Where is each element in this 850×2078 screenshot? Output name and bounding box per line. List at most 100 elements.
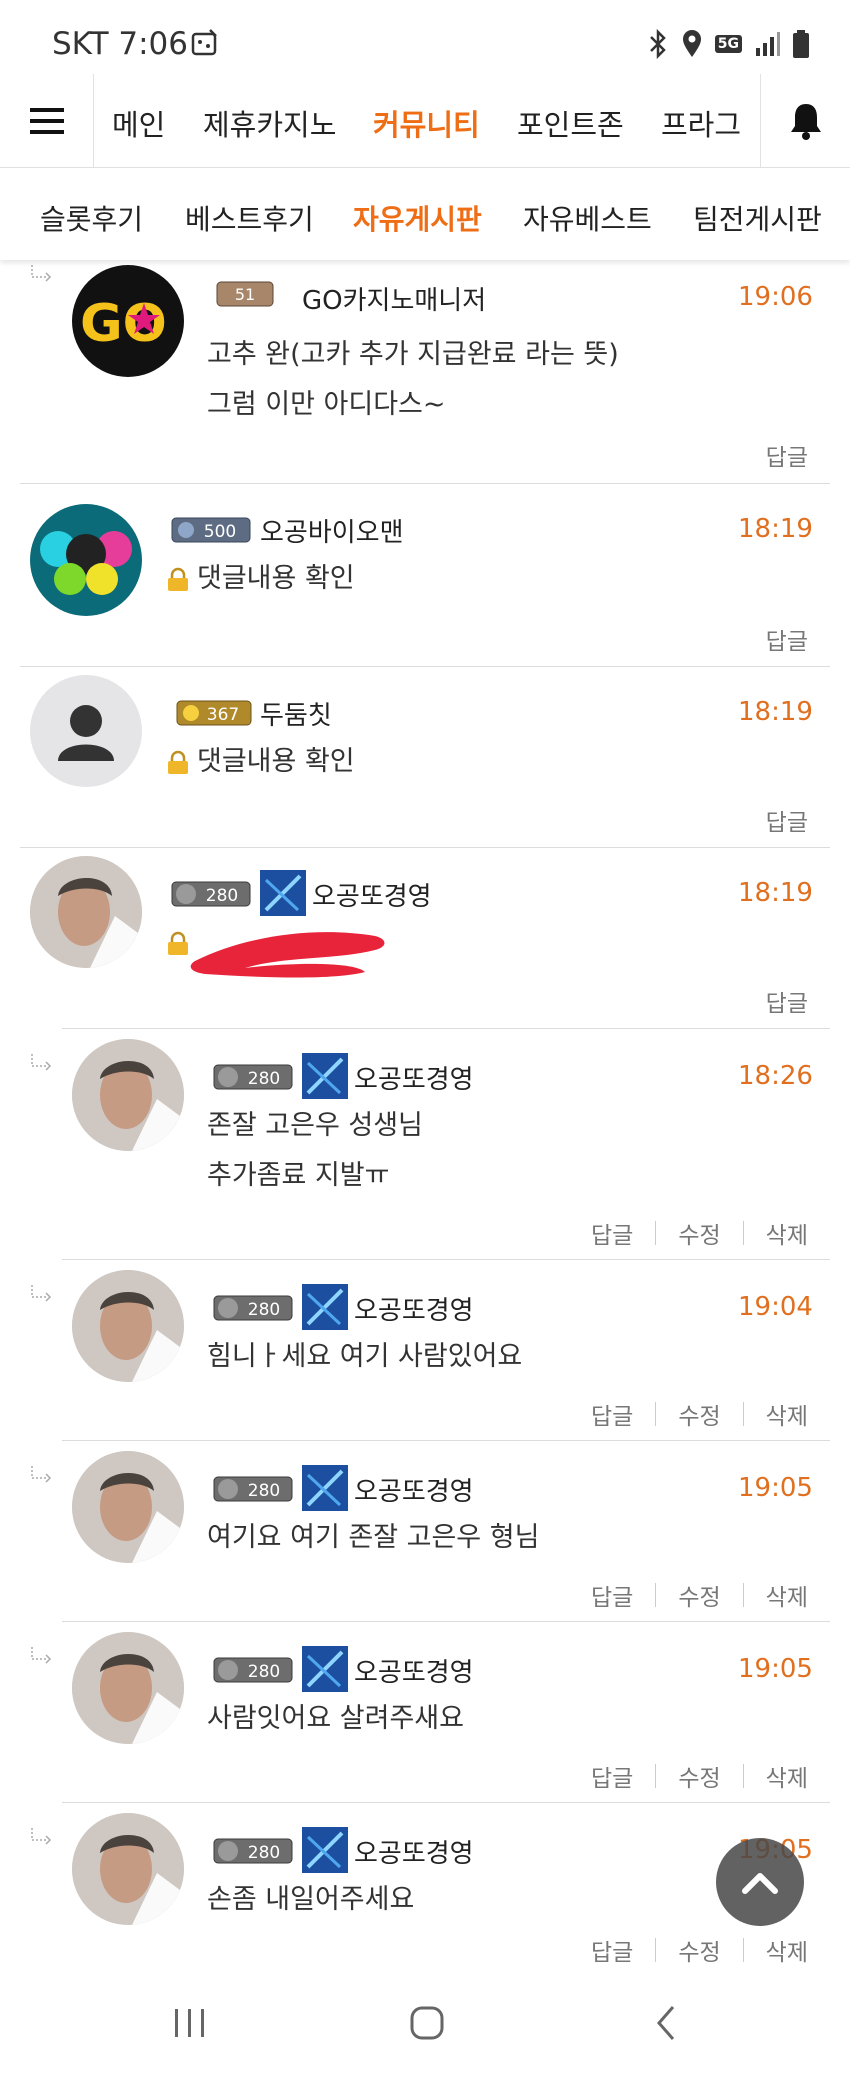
subnav-item-team-board[interactable]: 팀전게시판 xyxy=(693,198,822,238)
comment-author[interactable]: 오공또경영 xyxy=(354,1471,474,1508)
level-number: 280 xyxy=(206,886,238,906)
reply-button[interactable]: 답글 xyxy=(591,1216,633,1250)
delete-button[interactable]: 삭제 xyxy=(766,1578,808,1612)
signal-icon xyxy=(756,32,780,56)
level-number: 280 xyxy=(248,1300,280,1320)
recent-apps-icon[interactable] xyxy=(168,1998,212,2048)
nav-item-partner-casino[interactable]: 제휴카지노 xyxy=(203,102,336,144)
level-number: 280 xyxy=(248,1069,280,1089)
action-divider xyxy=(655,1583,657,1607)
reply-button[interactable]: 답글 xyxy=(591,1397,633,1431)
reply-button[interactable]: 답글 xyxy=(766,984,808,1018)
level-number: 280 xyxy=(248,1662,280,1682)
nav-item-main[interactable]: 메인 xyxy=(112,102,165,144)
comment-text-line: 힘니ㅏ세요 여기 사람있어요 xyxy=(207,1341,523,1372)
comment-author[interactable]: GO카지노매니저 xyxy=(302,280,486,317)
subnav-item-slot-review[interactable]: 슬롯후기 xyxy=(40,198,143,238)
action-divider xyxy=(655,1764,657,1788)
scroll-to-top-button[interactable] xyxy=(716,1838,804,1926)
edit-button[interactable]: 수정 xyxy=(678,1578,720,1612)
emblem-icon xyxy=(302,1284,348,1330)
status-icons: 5G xyxy=(647,28,810,60)
comment-author[interactable]: 두둠칫 xyxy=(260,695,332,732)
reply-button[interactable]: 답글 xyxy=(766,803,808,837)
edit-button[interactable]: 수정 xyxy=(678,1933,720,1967)
system-nav-bar xyxy=(0,1968,850,2078)
edit-button[interactable]: 수정 xyxy=(678,1216,720,1250)
action-divider xyxy=(655,1402,657,1426)
comment-time: 18:26 xyxy=(738,1061,813,1091)
comment-author[interactable]: 오공또경영 xyxy=(354,1290,474,1327)
level-badge-icon: 280 xyxy=(213,1064,293,1090)
level-number: 51 xyxy=(235,285,255,304)
comment-item: 280 오공또경영 18:26 존잘 고은우 성생님 추가좀료 지발ㅠ 답글 수… xyxy=(31,1028,830,1259)
reply-button[interactable]: 답글 xyxy=(591,1759,633,1793)
reply-button[interactable]: 답글 xyxy=(591,1933,633,1967)
avatar[interactable] xyxy=(30,504,142,616)
level-number: 367 xyxy=(207,705,239,725)
reply-arrow-icon xyxy=(31,1466,52,1483)
reply-arrow-icon xyxy=(31,1285,52,1302)
action-divider xyxy=(655,1938,657,1962)
avatar[interactable] xyxy=(72,1451,184,1563)
comment-item: 280 오공또경영 19:05 여기요 여기 존잘 고은우 형님 답글 수정 삭… xyxy=(31,1440,830,1621)
comment-author[interactable]: 오공또경영 xyxy=(312,876,432,913)
nav-item-community[interactable]: 커뮤니티 xyxy=(373,102,480,144)
avatar[interactable] xyxy=(72,1813,184,1925)
notification-app-icon xyxy=(191,29,217,56)
delete-button[interactable]: 삭제 xyxy=(766,1759,808,1793)
subnav-item-free-board[interactable]: 자유게시판 xyxy=(353,198,482,238)
comment-item: GO 51 GO카지노매니저 19:06 고추 완(고카 추가 지급완료 라는 … xyxy=(20,260,830,483)
comment-item: 367 두둠칫 18:19 댓글내용 확인 답글 xyxy=(20,666,830,847)
comment-text-line: 그럼 이만 아디다스~ xyxy=(207,389,446,420)
comment-text-line: 추가좀료 지발ㅠ xyxy=(207,1160,390,1191)
reply-button[interactable]: 답글 xyxy=(591,1578,633,1612)
level-badge-icon: 51 xyxy=(216,281,274,307)
home-icon[interactable] xyxy=(405,1998,449,2048)
chevron-up-icon xyxy=(742,1873,778,1894)
edit-button[interactable]: 수정 xyxy=(678,1397,720,1431)
avatar[interactable] xyxy=(30,856,142,968)
reply-button[interactable]: 답글 xyxy=(766,438,808,472)
emblem-icon xyxy=(302,1827,348,1873)
comment-item: 280 오공또경영 19:04 힘니ㅏ세요 여기 사람있어요 답글 수정 삭제 xyxy=(31,1259,830,1440)
avatar[interactable] xyxy=(72,1270,184,1382)
avatar[interactable] xyxy=(72,1039,184,1151)
comment-time: 19:06 xyxy=(738,282,813,312)
subnav-item-best-review[interactable]: 베스트후기 xyxy=(185,198,314,238)
delete-button[interactable]: 삭제 xyxy=(766,1216,808,1250)
delete-button[interactable]: 삭제 xyxy=(766,1397,808,1431)
emblem-icon xyxy=(302,1646,348,1692)
comment-text-line[interactable]: 댓글내용 확인 xyxy=(197,563,355,594)
comment-time: 18:19 xyxy=(738,878,813,908)
nav-item-point-zone[interactable]: 포인트존 xyxy=(517,102,624,144)
bell-icon[interactable] xyxy=(760,74,850,168)
comment-text-line[interactable]: 댓글내용 확인 xyxy=(197,746,355,777)
lock-icon xyxy=(168,567,188,591)
comment-author[interactable]: 오공바이오맨 xyxy=(260,512,404,549)
comment-author[interactable]: 오공또경영 xyxy=(354,1652,474,1689)
comment-item: 500 오공바이오맨 18:19 댓글내용 확인 답글 xyxy=(20,483,830,666)
avatar[interactable]: GO xyxy=(72,265,184,377)
reply-button[interactable]: 답글 xyxy=(766,622,808,656)
delete-button[interactable]: 삭제 xyxy=(766,1933,808,1967)
avatar[interactable] xyxy=(30,675,142,787)
reply-arrow-icon xyxy=(31,265,52,282)
level-badge-icon: 280 xyxy=(213,1657,293,1683)
back-icon[interactable] xyxy=(648,1998,684,2048)
comment-text-line: 고추 완(고카 추가 지급완료 라는 뜻) xyxy=(207,339,619,370)
level-badge-icon: 280 xyxy=(213,1476,293,1502)
comment-text-line: 사람잇어요 살려주새요 xyxy=(207,1703,464,1734)
comment-time: 19:05 xyxy=(738,1473,813,1503)
hamburger-menu-icon[interactable] xyxy=(0,74,94,168)
level-badge-icon: 367 xyxy=(176,700,252,726)
sub-nav: 슬롯후기 베스트후기 자유게시판 자유베스트 팀전게시판 xyxy=(0,168,850,260)
comment-author[interactable]: 오공또경영 xyxy=(354,1059,474,1096)
subnav-item-free-best[interactable]: 자유베스트 xyxy=(523,198,652,238)
level-number: 280 xyxy=(248,1481,280,1501)
avatar[interactable] xyxy=(72,1632,184,1744)
comment-author[interactable]: 오공또경영 xyxy=(354,1833,474,1870)
nav-item-pragmatic[interactable]: 프라그 xyxy=(661,102,741,144)
comment-item: 280 오공또경영 19:05 손좀 내일어주세요 답글 수정 삭제 xyxy=(31,1802,830,1968)
edit-button[interactable]: 수정 xyxy=(678,1759,720,1793)
